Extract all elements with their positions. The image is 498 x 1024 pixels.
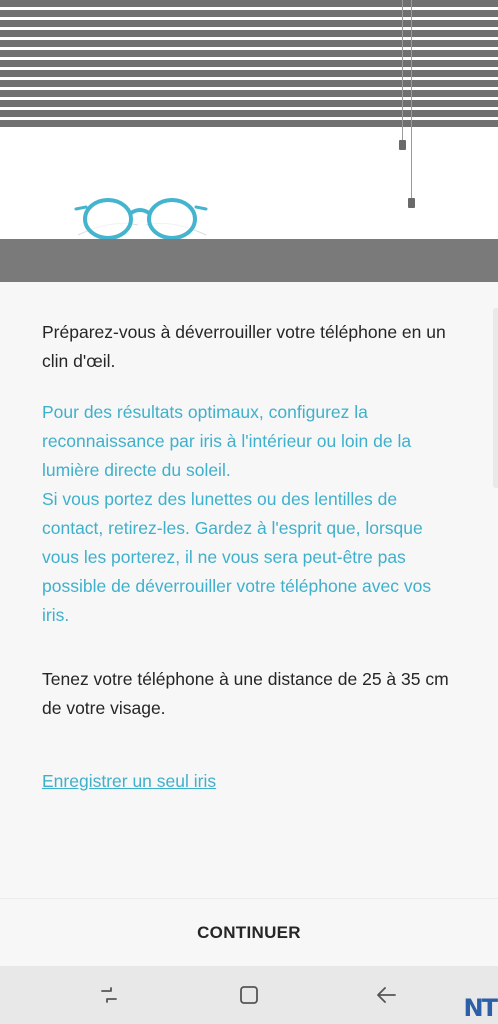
register-single-iris-link[interactable]: Enregistrer un seul iris — [42, 767, 216, 796]
scroll-indicator — [493, 308, 498, 488]
home-icon[interactable] — [236, 982, 262, 1008]
continue-button[interactable]: CONTINUER — [181, 915, 317, 951]
window-blinds — [0, 0, 498, 128]
tip-glasses: Si vous portez des lunettes ou des lenti… — [42, 489, 432, 625]
watermark-logo: NT — [463, 994, 498, 1022]
bottom-action-bar: CONTINUER — [0, 898, 498, 966]
cord-weight — [399, 140, 406, 150]
cord-weight — [408, 198, 415, 208]
distance-note: Tenez votre téléphone à une distance de … — [42, 669, 449, 718]
blind-cord — [411, 0, 412, 200]
blind-cord — [402, 0, 403, 142]
tip-lighting: Pour des résultats optimaux, configurez … — [42, 402, 412, 480]
iris-illustration — [0, 0, 498, 282]
intro-text: Préparez-vous à déverrouiller votre télé… — [42, 322, 446, 371]
navigation-bar: NT — [0, 966, 498, 1024]
back-arrow-icon[interactable] — [374, 982, 400, 1008]
instructions-panel: Préparez-vous à déverrouiller votre télé… — [42, 318, 454, 796]
recent-apps-icon[interactable] — [96, 982, 122, 1008]
window-sill — [0, 239, 498, 282]
